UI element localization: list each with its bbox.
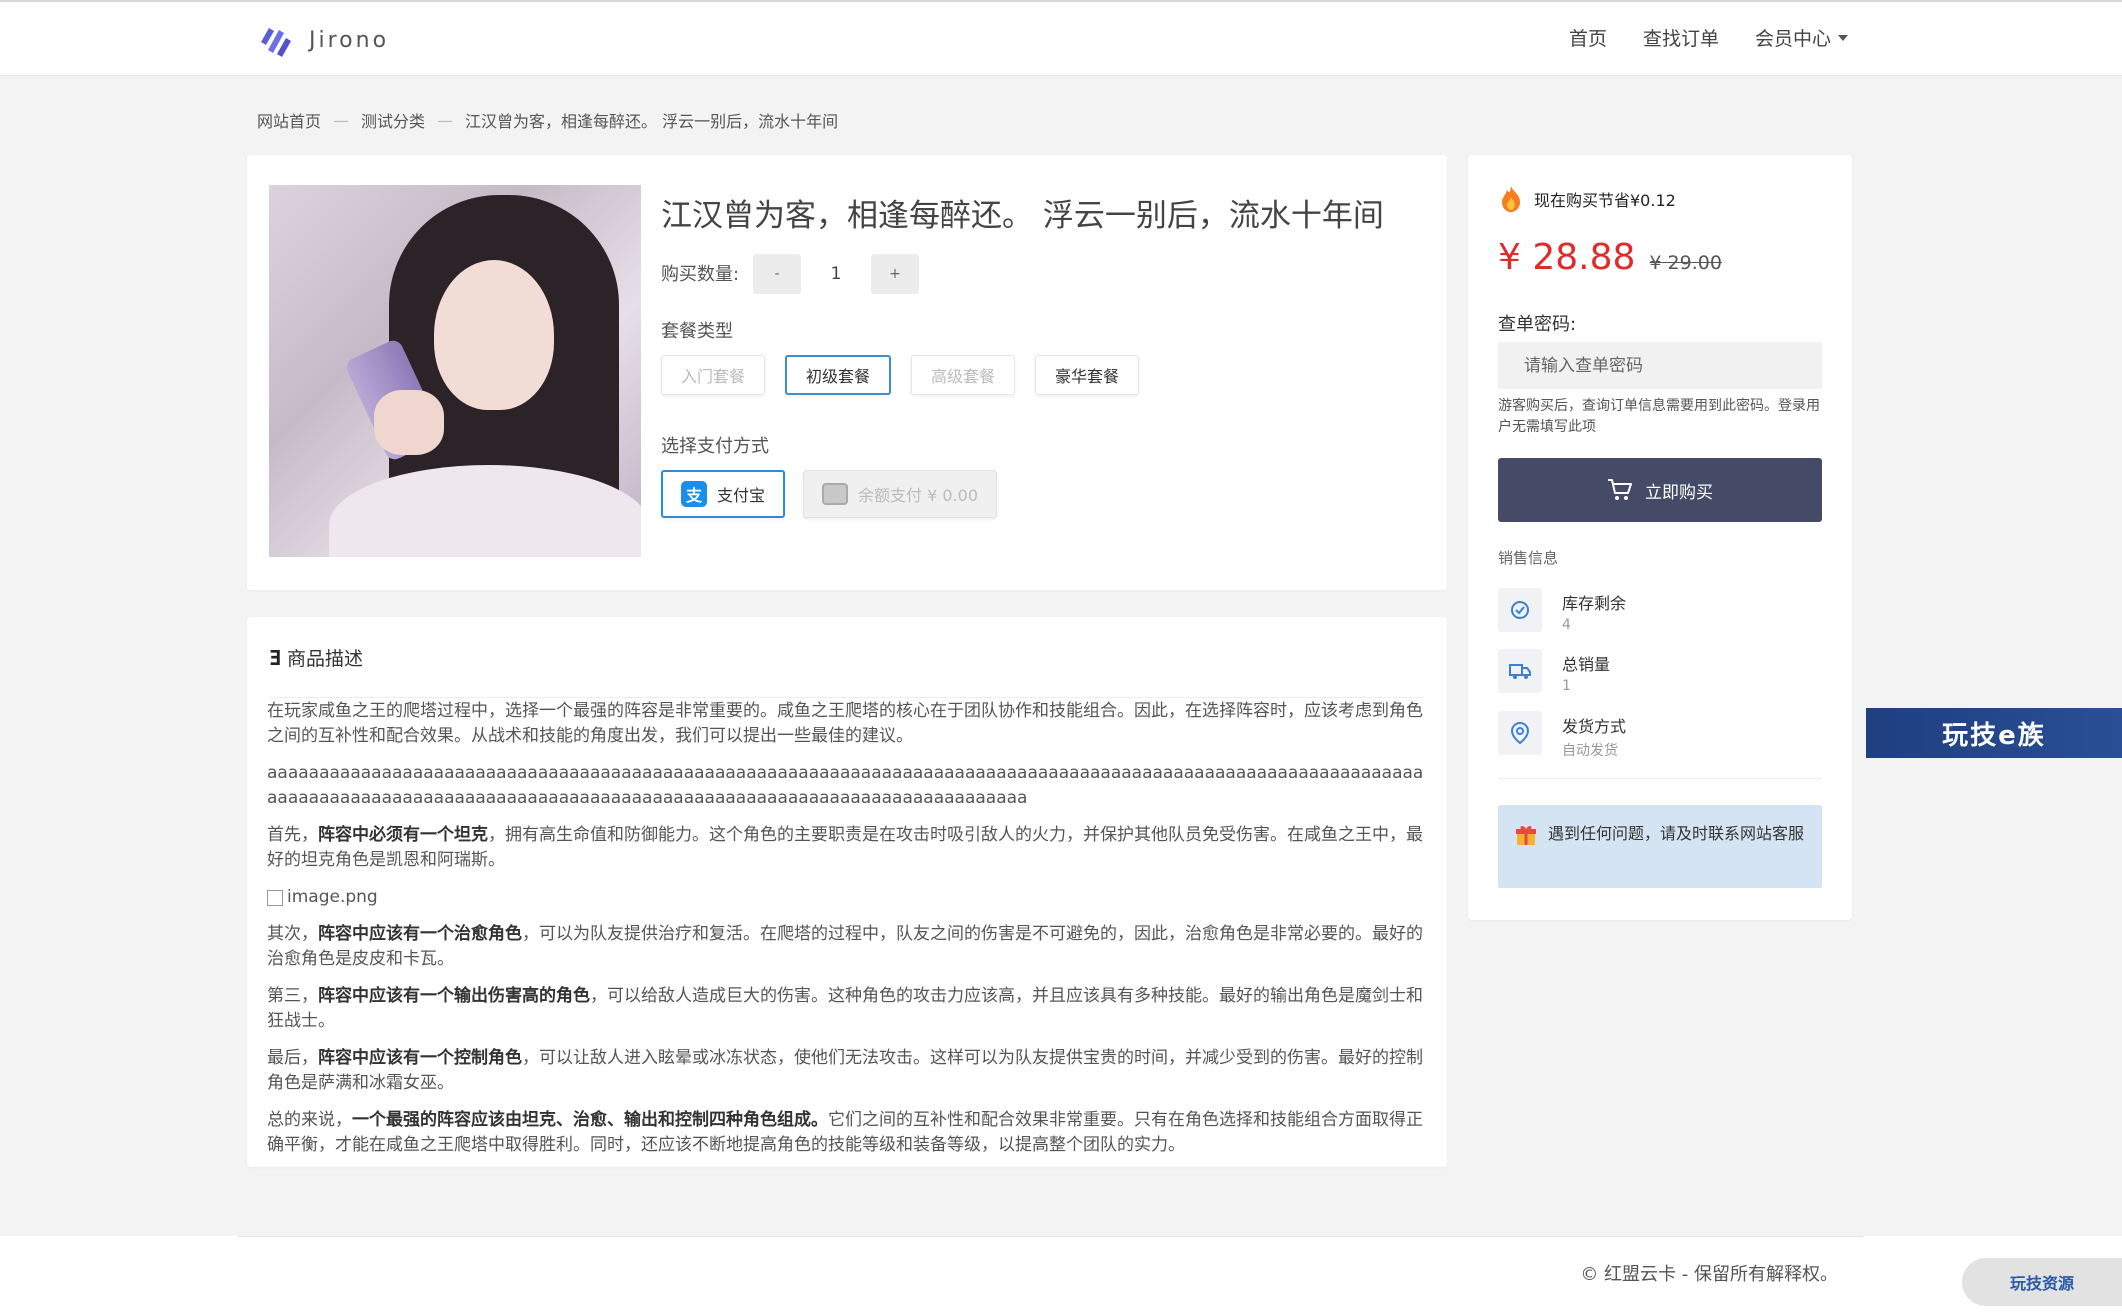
- description-paragraph: 总的来说，一个最强的阵容应该由坦克、治愈、输出和控制四种角色组成。它们之间的互补…: [267, 1110, 1423, 1155]
- delivery-label: 发货方式: [1562, 717, 1627, 736]
- description-paragraph: 第三，阵容中应该有一个输出伤害高的角色，可以给敌人造成巨大的伤害。这种角色的攻击…: [267, 986, 1423, 1031]
- description-title: 商品描述: [287, 648, 364, 670]
- nav-member-center-label: 会员中心: [1754, 28, 1831, 50]
- stock-value: 4: [1562, 617, 1571, 633]
- breadcrumb-home[interactable]: 网站首页: [257, 108, 321, 132]
- divider: [1498, 778, 1822, 779]
- description-paragraph: 首先，阵容中必须有一个坦克，拥有高生命值和防御能力。这个角色的主要职责是在攻击时…: [267, 825, 1423, 870]
- quantity-stepper: - 1 +: [753, 254, 919, 294]
- caret-down-icon: [1838, 34, 1848, 41]
- description-paragraph: 其次，阵容中应该有一个治愈角色，可以为队友提供治疗和复活。在爬塔的过程中，队友之…: [267, 924, 1423, 969]
- description-header: Ǝ 商品描述: [269, 644, 363, 671]
- logo-text: Jirono: [309, 27, 390, 53]
- sales-value: 1: [1562, 678, 1571, 694]
- support-notice: 遇到任何问题，请及时联系网站客服: [1498, 805, 1822, 888]
- buy-now-label: 立即购买: [1645, 482, 1713, 503]
- payment-method-label: 选择支付方式: [661, 436, 769, 457]
- corner-badge[interactable]: 玩技资源: [1962, 1258, 2122, 1306]
- quantity-increase-button[interactable]: +: [871, 254, 919, 294]
- quantity-label: 购买数量:: [661, 264, 740, 285]
- package-options: 入门套餐 初级套餐 高级套餐 豪华套餐: [661, 355, 1140, 395]
- quantity-input[interactable]: 1: [801, 254, 871, 294]
- breadcrumb-current: 江汉曾为客，相逢每醉还。 浮云一别后，流水十年间: [465, 112, 839, 131]
- payment-balance-label: 余额支付 ¥ 0.00: [858, 486, 978, 505]
- product-image: [269, 185, 641, 557]
- package-option-advanced[interactable]: 高级套餐: [911, 355, 1016, 395]
- top-navbar: Jirono 首页 查找订单 会员中心: [0, 0, 2122, 76]
- footer: © 红盟云卡 - 保留所有解释权。 玩技资源: [0, 1236, 2122, 1314]
- cart-icon: [1608, 479, 1632, 500]
- sales-label: 总销量: [1562, 655, 1611, 674]
- price-block: ¥ 28.88 ¥ 29.00: [1498, 237, 1722, 278]
- delivery-stat: 发货方式 自动发货: [1498, 711, 1626, 760]
- site-logo[interactable]: Jirono: [255, 20, 389, 60]
- payment-balance-button[interactable]: 余额支付 ¥ 0.00: [803, 470, 997, 518]
- package-option-starter[interactable]: 初级套餐: [785, 355, 892, 395]
- support-notice-text: 遇到任何问题，请及时联系网站客服: [1548, 824, 1805, 843]
- package-option-deluxe[interactable]: 豪华套餐: [1035, 355, 1140, 395]
- check-circle-icon: [1498, 588, 1542, 632]
- css3-icon: Ǝ: [269, 645, 282, 670]
- nav-home[interactable]: 首页: [1569, 24, 1607, 51]
- description-paragraph: 最后，阵容中应该有一个控制角色，可以让敌人进入眩晕或冰冻状态，使他们无法攻击。这…: [267, 1048, 1423, 1093]
- stock-stat: 库存剩余 4: [1498, 588, 1626, 633]
- broken-image: image.png: [267, 885, 1427, 910]
- breadcrumb-separator: —: [437, 110, 454, 130]
- alipay-icon: 支: [681, 481, 707, 507]
- package-option-basic[interactable]: 入门套餐: [661, 355, 766, 395]
- location-pin-icon: [1498, 711, 1542, 755]
- current-price: ¥ 28.88: [1498, 237, 1636, 278]
- side-ad-banner[interactable]: 玩技e族: [1866, 708, 2122, 758]
- divider: [238, 1236, 1863, 1237]
- product-card: 江汉曾为客，相逢每醉还。 浮云一别后，流水十年间 购买数量: - 1 + 套餐类…: [247, 155, 1447, 590]
- wallet-icon: [822, 483, 849, 505]
- description-body: 在玩家咸鱼之王的爬塔过程中，选择一个最强的阵容是非常重要的。咸鱼之王爬塔的核心在…: [267, 699, 1427, 1170]
- gift-icon: [1516, 825, 1536, 845]
- order-password-hint: 游客购买后，查询订单信息需要用到此密码。登录用户无需填写此项: [1498, 398, 1820, 435]
- order-password-label: 查单密码:: [1498, 314, 1577, 335]
- fire-icon: [1502, 186, 1520, 212]
- payment-alipay-button[interactable]: 支 支付宝: [661, 470, 786, 518]
- payment-alipay-label: 支付宝: [717, 486, 766, 505]
- original-price: ¥ 29.00: [1649, 252, 1722, 274]
- breadcrumb-category[interactable]: 测试分类: [361, 108, 425, 132]
- main-nav: 首页 查找订单 会员中心: [1569, 24, 1848, 51]
- purchase-sidebar: 现在购买节省¥0.12 ¥ 28.88 ¥ 29.00 查单密码: 游客购买后，…: [1468, 155, 1852, 920]
- breadcrumb: 网站首页 — 测试分类 — 江汉曾为客，相逢每醉还。 浮云一别后，流水十年间: [257, 108, 838, 132]
- savings-banner: 现在购买节省¥0.12: [1498, 185, 1676, 213]
- sales-stat: 总销量 1: [1498, 649, 1610, 694]
- logo-icon: [261, 28, 291, 57]
- nav-find-order[interactable]: 查找订单: [1643, 24, 1719, 51]
- delivery-value: 自动发货: [1562, 743, 1618, 759]
- payment-options: 支 支付宝 余额支付 ¥ 0.00: [661, 470, 997, 518]
- savings-text: 现在购买节省¥0.12: [1534, 191, 1676, 210]
- copyright-text: © 红盟云卡 - 保留所有解释权。: [1580, 1264, 1838, 1285]
- nav-member-center[interactable]: 会员中心: [1755, 24, 1848, 51]
- truck-icon: [1498, 649, 1542, 693]
- package-type-label: 套餐类型: [661, 321, 733, 342]
- buy-now-button[interactable]: 立即购买: [1498, 458, 1822, 522]
- quantity-decrease-button[interactable]: -: [753, 254, 801, 294]
- description-card: Ǝ 商品描述 在玩家咸鱼之王的爬塔过程中，选择一个最强的阵容是非常重要的。咸鱼之…: [247, 617, 1447, 1167]
- order-password-input[interactable]: [1498, 342, 1822, 389]
- broken-image-icon: [267, 889, 283, 906]
- breadcrumb-separator: —: [333, 110, 350, 130]
- stock-label: 库存剩余: [1562, 594, 1627, 613]
- divider: [269, 697, 1425, 698]
- description-paragraph: 在玩家咸鱼之王的爬塔过程中，选择一个最强的阵容是非常重要的。咸鱼之王爬塔的核心在…: [267, 701, 1423, 746]
- description-paragraph: aaaaaaaaaaaaaaaaaaaaaaaaaaaaaaaaaaaaaaaa…: [267, 763, 1424, 808]
- sales-info-title: 销售信息: [1498, 549, 1559, 567]
- product-title: 江汉曾为客，相逢每醉还。 浮云一别后，流水十年间: [661, 198, 1384, 234]
